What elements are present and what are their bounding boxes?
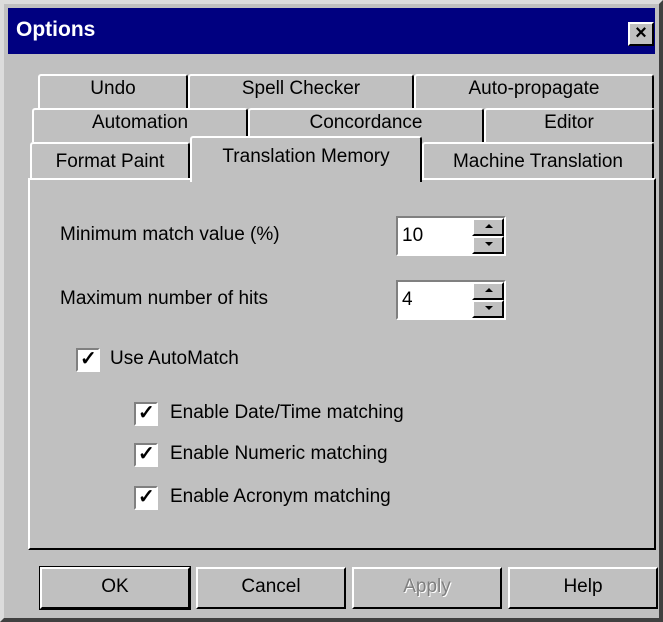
title-bar[interactable]: Options × [8,8,655,54]
tab-translation-memory[interactable]: Translation Memory [190,136,422,182]
min-match-down-arrow-icon[interactable] [472,236,504,254]
options-dialog: Options × Undo Spell Checker Auto-propag… [0,0,663,622]
tab-format-paint[interactable]: Format Paint [30,142,190,180]
acronym-checkbox[interactable]: ✓ [134,486,158,510]
translation-memory-panel: Minimum match value (%) 10 Maximum numbe… [28,178,656,550]
checkmark-icon: ✓ [80,348,97,370]
date-time-checkbox[interactable]: ✓ [134,402,158,426]
min-match-up-arrow-icon[interactable] [472,218,504,236]
max-hits-down-arrow-icon[interactable] [472,300,504,318]
checkmark-icon: ✓ [138,443,155,465]
apply-button[interactable]: Apply [352,567,502,609]
use-automatch-label: Use AutoMatch [110,348,239,369]
tab-machine-translation[interactable]: Machine Translation [422,142,654,180]
checkmark-icon: ✓ [138,486,155,508]
numeric-label: Enable Numeric matching [170,443,388,464]
date-time-label: Enable Date/Time matching [170,402,404,423]
help-button[interactable]: Help [508,567,658,609]
ok-button[interactable]: OK [39,566,191,610]
cancel-button[interactable]: Cancel [196,567,346,609]
close-icon[interactable]: × [628,22,654,46]
min-match-label: Minimum match value (%) [60,224,280,245]
tab-editor[interactable]: Editor [484,108,654,142]
min-match-value: 10 [402,225,424,246]
tab-auto-propagate[interactable]: Auto-propagate [414,74,654,108]
min-match-stepper[interactable]: 10 [396,216,506,256]
use-automatch-checkbox[interactable]: ✓ [76,348,100,372]
max-hits-up-arrow-icon[interactable] [472,282,504,300]
acronym-label: Enable Acronym matching [170,486,391,507]
max-hits-value: 4 [402,289,413,310]
tab-undo[interactable]: Undo [38,74,188,108]
max-hits-label: Maximum number of hits [60,288,269,309]
window-title: Options [16,18,96,41]
max-hits-stepper[interactable]: 4 [396,280,506,320]
numeric-checkbox[interactable]: ✓ [134,443,158,467]
tab-spell-checker[interactable]: Spell Checker [188,74,414,108]
checkmark-icon: ✓ [138,402,155,424]
